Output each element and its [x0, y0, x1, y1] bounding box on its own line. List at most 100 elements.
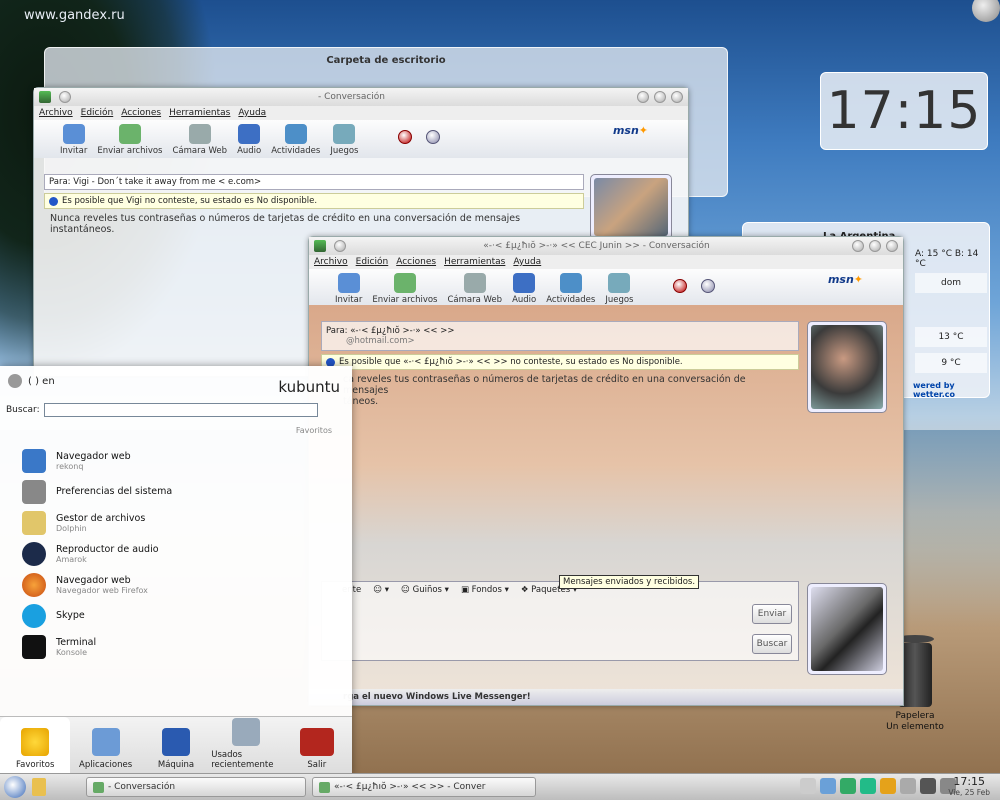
weather-powered[interactable]: wered by wetter.co: [913, 381, 989, 399]
pen-icon[interactable]: [426, 130, 441, 144]
winks-tool[interactable]: ☺ Guiños ▾: [401, 585, 449, 595]
conversation-window-2[interactable]: «-·< £µ¿ħıŏ >-·» << CEC Junin >> - Conve…: [308, 236, 904, 706]
window-titlebar[interactable]: - Conversación: [34, 88, 688, 106]
launcher-item-dolphin[interactable]: Gestor de archivos Dolphin: [0, 507, 352, 538]
item-sub: Amarok: [56, 554, 87, 564]
to-line: Para: «-·< £µ¿ħıŏ >-·» << >> @hotmail.co…: [321, 321, 799, 351]
taskbar-clock[interactable]: 17:15 Vie, 25 Feb: [948, 775, 990, 797]
tab-label: Máquina: [157, 760, 195, 770]
msn-app-icon: [93, 781, 104, 793]
audio-button[interactable]: Audio: [512, 273, 536, 305]
menubar: Archivo Edición Acciones Herramientas Ay…: [309, 255, 903, 269]
invite-button[interactable]: Invitar: [335, 273, 362, 305]
tool-label: Actividades: [271, 146, 321, 156]
menu-edicion[interactable]: Edición: [81, 108, 114, 118]
amarok-icon: [22, 541, 46, 566]
menu-ayuda[interactable]: Ayuda: [238, 108, 266, 118]
backgrounds-tool[interactable]: ▣ Fondos ▾: [461, 585, 509, 595]
menu-ayuda[interactable]: Ayuda: [513, 257, 541, 267]
clock-widget[interactable]: 17:15: [820, 72, 988, 150]
contact-avatar[interactable]: [807, 321, 887, 413]
notification-icon[interactable]: [800, 778, 816, 794]
tab-maquina[interactable]: Máquina: [141, 717, 211, 776]
taskbar: - Conversación «-·< £µ¿ħıŏ >-·» << >> - …: [0, 773, 1000, 800]
audio-button[interactable]: Audio: [237, 124, 261, 156]
launcher-search: Buscar:: [0, 402, 352, 418]
menu-herramientas[interactable]: Herramientas: [444, 257, 505, 267]
menu-edicion[interactable]: Edición: [356, 257, 389, 267]
tab-favoritos[interactable]: Favoritos: [0, 717, 71, 776]
pin-button[interactable]: [59, 91, 71, 103]
own-avatar-image: [811, 587, 883, 671]
close-button[interactable]: [671, 91, 683, 103]
games-button[interactable]: Juegos: [605, 273, 633, 305]
block-icon[interactable]: [673, 279, 688, 293]
webcam-icon: [188, 124, 211, 144]
launcher-item-amarok[interactable]: Reproductor de audio Amarok: [0, 538, 352, 569]
kickoff-launcher[interactable]: ( ) en kubuntu Buscar: Favoritos Navegad…: [0, 366, 352, 776]
launcher-item-skype[interactable]: Skype: [0, 600, 352, 631]
network-icon[interactable]: [860, 778, 876, 794]
item-title: Navegador web: [56, 574, 131, 586]
clock-time: 17:15: [953, 775, 986, 788]
live-messenger-banner[interactable]: rga el nuevo Windows Live Messenger!: [309, 689, 903, 705]
close-button[interactable]: [886, 240, 898, 252]
launcher-header: ( ) en kubuntu: [0, 366, 352, 402]
tab-aplicaciones[interactable]: Aplicaciones: [70, 717, 140, 776]
games-button[interactable]: Juegos: [330, 124, 358, 156]
menu-archivo[interactable]: Archivo: [314, 257, 348, 267]
send-files-button[interactable]: Enviar archivos: [97, 124, 162, 156]
weather-temps: A: 15 °C B: 14 °C: [915, 249, 979, 269]
launcher-item-konsole[interactable]: Terminal Konsole: [0, 631, 352, 662]
send-files-button[interactable]: Enviar archivos: [372, 273, 437, 305]
tool-label: Cámara Web: [172, 146, 228, 156]
webcam-button[interactable]: Cámara Web: [172, 124, 227, 156]
activities-button[interactable]: Actividades: [271, 124, 320, 156]
tab-usados-recientemente[interactable]: Usados recientemente: [211, 717, 281, 776]
info-icon: [49, 196, 58, 206]
msn-app-icon: [319, 781, 330, 793]
messenger-tray-icon[interactable]: [840, 778, 856, 794]
pin-button[interactable]: [334, 240, 346, 252]
invite-button[interactable]: Invitar: [60, 124, 87, 156]
device-notifier-icon[interactable]: [820, 778, 836, 794]
pen-icon[interactable]: [701, 279, 716, 293]
kickoff-launcher-button[interactable]: [4, 776, 26, 798]
msn-app-icon[interactable]: [39, 91, 51, 103]
launcher-item-system-settings[interactable]: Preferencias del sistema: [0, 476, 352, 507]
maximize-button[interactable]: [654, 91, 666, 103]
contact-avatar[interactable]: [590, 174, 672, 240]
window-titlebar[interactable]: «-·< £µ¿ħıŏ >-·» << CEC Junin >> - Conve…: [309, 237, 903, 255]
minimize-button[interactable]: [852, 240, 864, 252]
launcher-item-firefox[interactable]: Navegador web Navegador web Firefox: [0, 569, 352, 600]
tab-label: Salir: [307, 760, 327, 770]
volume-icon[interactable]: [900, 778, 916, 794]
menu-acciones[interactable]: Acciones: [121, 108, 161, 118]
own-avatar[interactable]: [807, 583, 887, 675]
taskbar-task[interactable]: «-·< £µ¿ħıŏ >-·» << >> - Conver: [312, 777, 536, 797]
block-icon[interactable]: [398, 130, 413, 144]
search-input[interactable]: [43, 403, 318, 417]
launcher-item-rekonq[interactable]: Navegador web rekonq: [0, 445, 352, 476]
globe-icon: [972, 0, 1000, 22]
message-compose-area[interactable]: ente ☺ ▾ ☺ Guiños ▾ ▣ Fondos ▾ ❖ Paquete…: [321, 581, 799, 661]
games-icon: [333, 124, 356, 144]
updates-icon[interactable]: [880, 778, 896, 794]
battery-icon[interactable]: [920, 778, 936, 794]
menu-archivo[interactable]: Archivo: [39, 108, 73, 118]
send-button[interactable]: Enviar: [752, 604, 792, 624]
emoticon-tool[interactable]: ☺ ▾: [373, 585, 389, 595]
menu-acciones[interactable]: Acciones: [396, 257, 436, 267]
item-sub: Konsole: [56, 647, 88, 657]
maximize-button[interactable]: [869, 240, 881, 252]
folder-icon[interactable]: [32, 778, 46, 796]
activities-button[interactable]: Actividades: [546, 273, 595, 305]
msn-app-icon[interactable]: [314, 240, 326, 252]
taskbar-task[interactable]: - Conversación: [86, 777, 306, 797]
tab-salir[interactable]: Salir: [282, 717, 352, 776]
menu-herramientas[interactable]: Herramientas: [169, 108, 230, 118]
tool-label: Enviar archivos: [372, 295, 438, 305]
minimize-button[interactable]: [637, 91, 649, 103]
search-button[interactable]: Buscar: [752, 634, 792, 654]
webcam-button[interactable]: Cámara Web: [447, 273, 502, 305]
